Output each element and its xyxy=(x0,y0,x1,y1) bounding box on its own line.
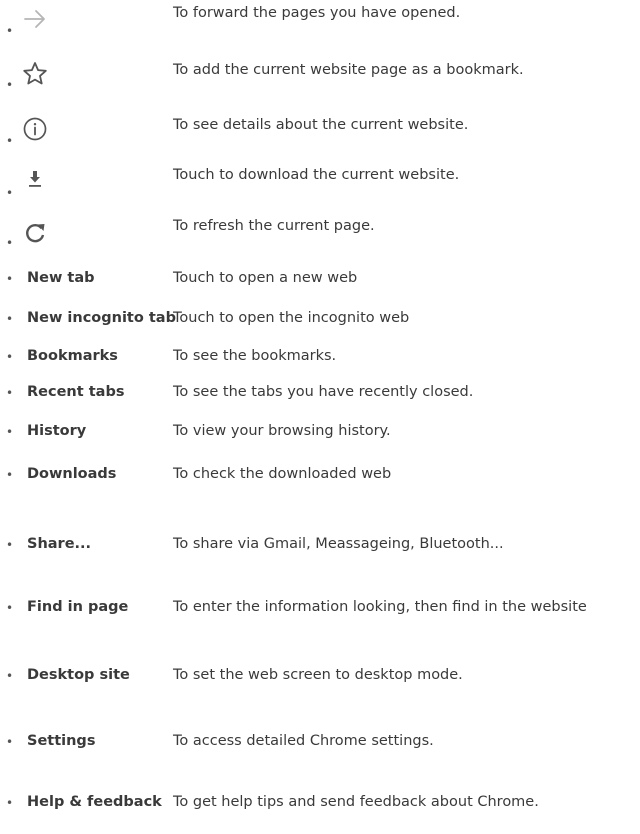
menu-label: Downloads xyxy=(27,466,117,482)
star-outline-icon xyxy=(20,59,50,89)
bullet: • xyxy=(6,425,14,439)
bullet: • xyxy=(6,601,14,615)
bullet: • xyxy=(6,538,14,552)
menu-row-help-feedback: • Help & feedback To get help tips and s… xyxy=(0,794,640,834)
menu-description: To enter the information looking, then f… xyxy=(173,599,587,615)
menu-label: Desktop site xyxy=(27,667,130,683)
menu-label: Share... xyxy=(27,536,92,552)
bullet: • xyxy=(6,312,14,326)
menu-description: To share via Gmail, Meassageing, Bluetoo… xyxy=(173,536,504,552)
menu-row-recent-tabs: • Recent tabs To see the tabs you have r… xyxy=(0,384,640,424)
menu-description: Touch to open a new web xyxy=(173,270,358,286)
bullet: • xyxy=(6,386,14,400)
forward-row: • To forward the pages you have opened. xyxy=(0,0,640,40)
info-row: • To see details about the current websi… xyxy=(0,112,640,152)
bullet: • xyxy=(6,236,14,250)
menu-description: To see the bookmarks. xyxy=(173,348,337,364)
refresh-icon xyxy=(20,218,50,248)
menu-description: To set the web screen to desktop mode. xyxy=(173,667,463,683)
menu-description: To access detailed Chrome settings. xyxy=(173,733,434,749)
menu-row-find-in-page: • Find in page To enter the information … xyxy=(0,599,640,639)
menu-row-settings: • Settings To access detailed Chrome set… xyxy=(0,733,640,773)
menu-label: History xyxy=(27,423,87,439)
info-circle-icon xyxy=(20,114,50,144)
bullet: • xyxy=(6,24,14,38)
menu-row-history: • History To view your browsing history. xyxy=(0,423,640,463)
bullet: • xyxy=(6,134,14,148)
menu-row-share: • Share... To share via Gmail, Meassagei… xyxy=(0,536,640,576)
menu-row-desktop-site: • Desktop site To set the web screen to … xyxy=(0,667,640,707)
bullet: • xyxy=(6,669,14,683)
menu-row-new-incognito-tab: • New incognito tab Touch to open the in… xyxy=(0,310,640,350)
menu-row-downloads: • Downloads To check the downloaded web xyxy=(0,466,640,506)
bullet: • xyxy=(6,186,14,200)
bullet: • xyxy=(6,735,14,749)
menu-description: To view your browsing history. xyxy=(173,423,391,439)
refresh-row: • To refresh the current page. xyxy=(0,214,640,254)
refresh-description: To refresh the current page. xyxy=(173,218,375,234)
forward-description: To forward the pages you have opened. xyxy=(173,5,461,21)
menu-description: To get help tips and send feedback about… xyxy=(173,794,539,810)
bookmark-star-description: To add the current website page as a boo… xyxy=(173,62,524,78)
menu-label: Help & feedback xyxy=(27,794,162,810)
bullet: • xyxy=(6,796,14,810)
info-description: To see details about the current website… xyxy=(173,117,469,133)
menu-label: New tab xyxy=(27,270,95,286)
download-description: Touch to download the current website. xyxy=(173,167,460,183)
menu-description: To see the tabs you have recently closed… xyxy=(173,384,474,400)
menu-label: Settings xyxy=(27,733,96,749)
bullet: • xyxy=(6,350,14,364)
menu-label: Find in page xyxy=(27,599,129,615)
menu-description: Touch to open the incognito web xyxy=(173,310,410,326)
bullet: • xyxy=(6,78,14,92)
bullet: • xyxy=(6,468,14,482)
menu-label: New incognito tab xyxy=(27,310,176,326)
menu-label: Recent tabs xyxy=(27,384,125,400)
menu-label: Bookmarks xyxy=(27,348,118,364)
menu-row-bookmarks: • Bookmarks To see the bookmarks. xyxy=(0,348,640,388)
menu-row-new-tab: • New tab Touch to open a new web xyxy=(0,270,640,310)
download-row: • Touch to download the current website. xyxy=(0,164,640,204)
menu-description: To check the downloaded web xyxy=(173,466,392,482)
arrow-right-icon xyxy=(20,4,50,34)
bookmark-star-row: • To add the current website page as a b… xyxy=(0,56,640,96)
download-icon xyxy=(20,164,50,194)
bullet: • xyxy=(6,272,14,286)
